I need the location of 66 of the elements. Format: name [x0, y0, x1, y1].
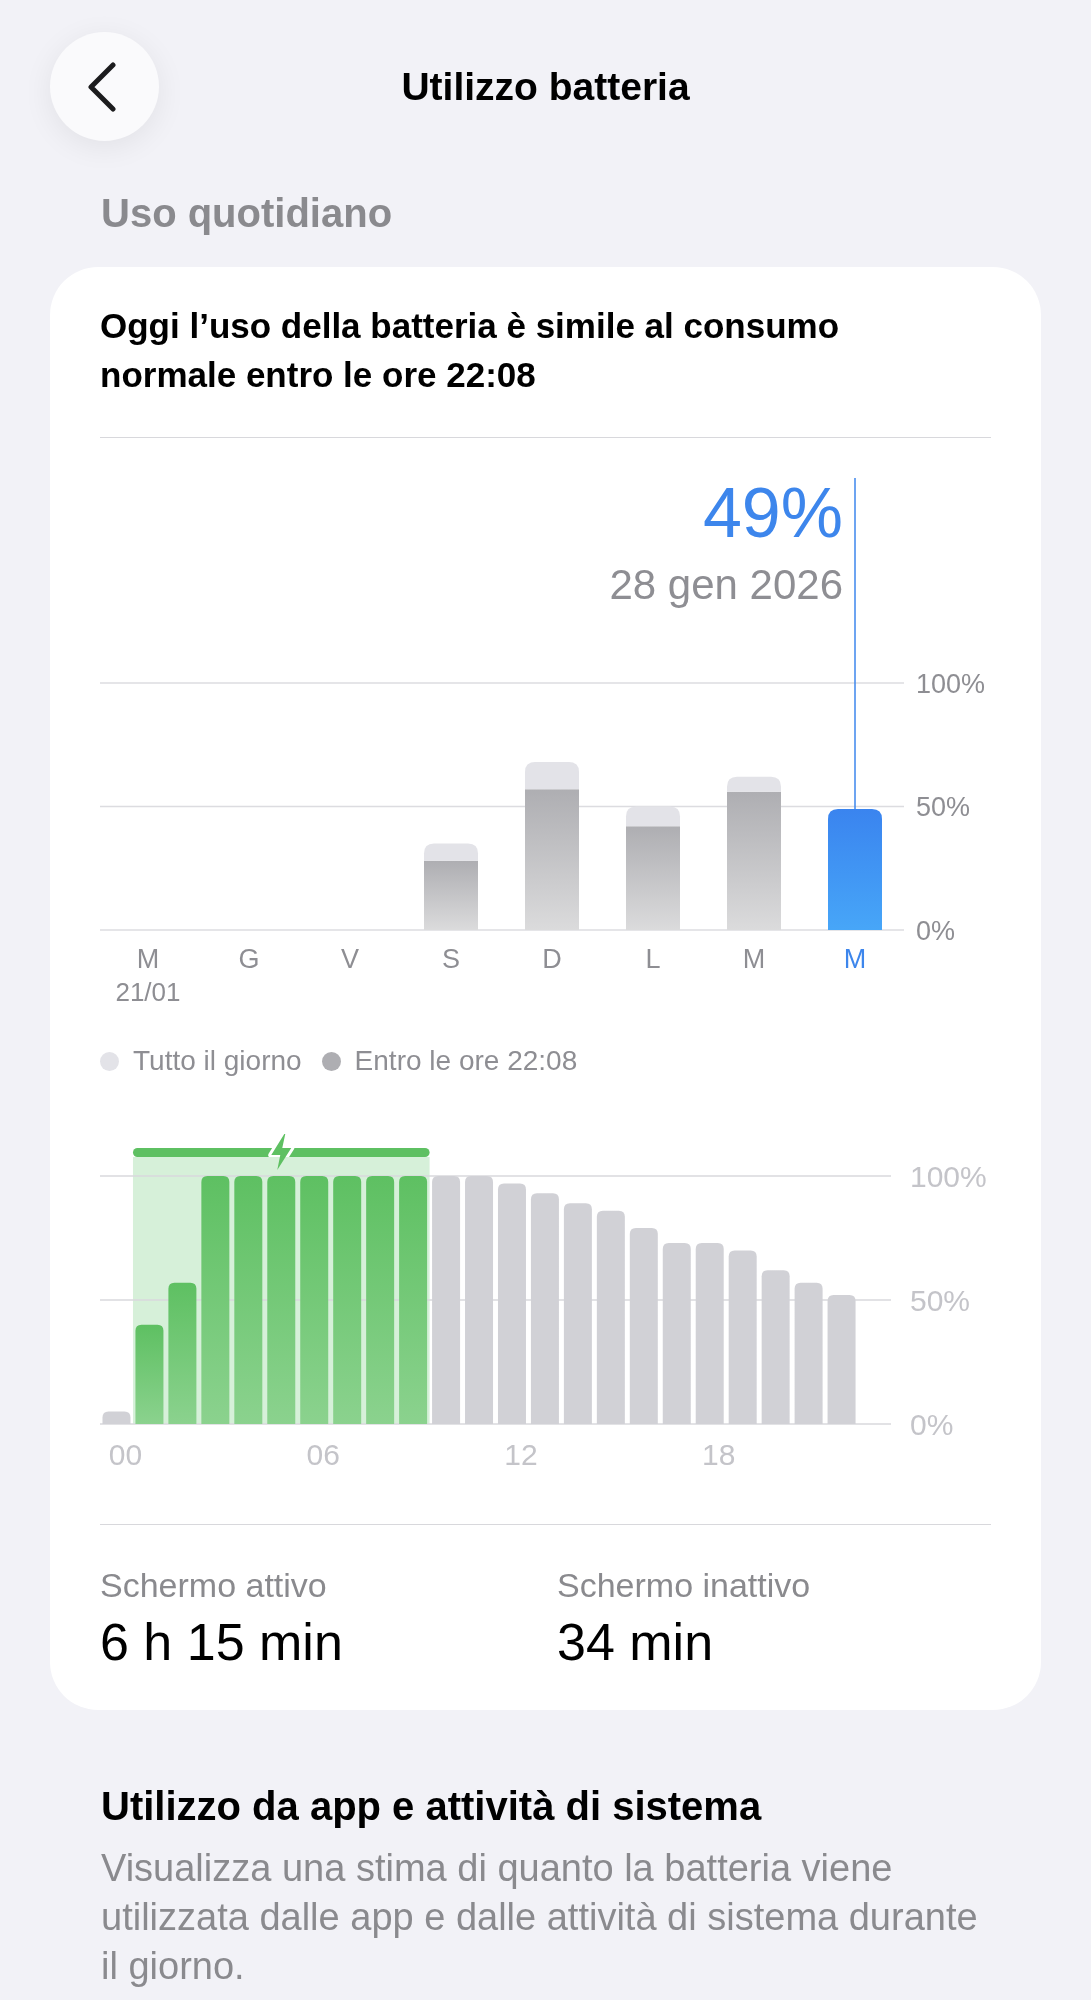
charging-level-bar[interactable] — [333, 1176, 362, 1424]
readout-date: 28 gen 2026 — [609, 561, 843, 608]
battery-level-bar[interactable] — [596, 1210, 625, 1424]
charging-level-bar[interactable] — [300, 1176, 329, 1424]
battery-level-bar[interactable] — [794, 1282, 823, 1424]
percent-axis-label: 0% — [910, 1407, 954, 1441]
usage-so-far-bar[interactable] — [525, 789, 579, 930]
legend-label: Tutto il giorno — [133, 1045, 302, 1077]
percent-axis-label: 0% — [916, 915, 956, 946]
battery-level-bar[interactable] — [498, 1183, 526, 1424]
day-axis-label: L — [645, 944, 661, 974]
day-axis-label: D — [542, 944, 562, 974]
battery-level-bar[interactable] — [761, 1270, 790, 1424]
stat-value: 34 min — [557, 1612, 714, 1672]
percentage-readout: 49% — [702, 474, 843, 552]
stat-label: Schermo attivo — [100, 1565, 327, 1605]
day-axis-label: M — [843, 944, 867, 974]
charging-level-bar[interactable] — [201, 1176, 230, 1424]
charging-level-bar[interactable] — [135, 1324, 164, 1424]
rest-of-day-bar[interactable] — [626, 806, 680, 827]
chevron-left-icon — [86, 61, 117, 112]
hour-axis-label: 00 — [108, 1438, 143, 1471]
battery-level-bar[interactable] — [629, 1228, 658, 1424]
usage-so-far-bar[interactable] — [727, 791, 781, 930]
percent-axis-label: 100% — [916, 668, 986, 699]
battery-level-bar[interactable] — [465, 1176, 493, 1424]
date-axis-label: 21/01 — [115, 977, 181, 1007]
hour-axis-label: 18 — [702, 1438, 736, 1471]
percent-axis-label: 100% — [910, 1159, 987, 1193]
rest-of-day-bar[interactable] — [525, 762, 579, 790]
battery-level-bar[interactable] — [728, 1250, 757, 1424]
section-heading: Uso quotidiano — [101, 190, 393, 237]
day-axis-label: G — [238, 944, 260, 974]
battery-level-bar[interactable] — [530, 1193, 559, 1424]
day-axis-label: S — [442, 944, 460, 974]
day-axis-label: M — [742, 944, 766, 974]
usage-so-far-bar[interactable] — [626, 826, 680, 930]
legend-label: Entro le ore 22:08 — [354, 1045, 578, 1077]
charging-level-bar[interactable] — [366, 1176, 395, 1424]
charging-level-bar[interactable] — [267, 1176, 296, 1424]
app-usage-description: Visualizza una stima di quanto la batteria viene utilizzata dalle app e dalle attività di sistema durante il giorno. — [101, 1846, 979, 1989]
day-axis-label: V — [341, 944, 359, 974]
percent-axis-label: 50% — [916, 792, 971, 822]
hour-axis-label: 06 — [306, 1438, 340, 1471]
battery-level-bar[interactable] — [827, 1295, 856, 1424]
battery-level-bar[interactable] — [662, 1242, 691, 1424]
summary-text: Oggi l’uso della batteria è simile al consumo normale entro le ore 22:08 — [100, 305, 841, 396]
charging-level-bar[interactable] — [168, 1282, 197, 1424]
rest-of-day-bar[interactable] — [424, 843, 478, 861]
battery-level-bar[interactable] — [432, 1176, 461, 1424]
day-axis-label: M — [136, 944, 160, 974]
battery-level-bar[interactable] — [695, 1242, 724, 1424]
selected-day-bar[interactable] — [828, 808, 882, 930]
stat-label: Schermo inattivo — [557, 1565, 811, 1605]
lightning-bolt-icon — [271, 1134, 292, 1170]
battery-level-bar[interactable] — [102, 1411, 131, 1424]
rest-of-day-bar[interactable] — [727, 776, 781, 792]
stat-value: 6 h 15 min — [100, 1612, 343, 1672]
battery-level-bar[interactable] — [563, 1203, 592, 1424]
app-usage-heading: Utilizzo da app e attività di sistema — [101, 1783, 763, 1830]
page-title: Utilizzo batteria — [401, 63, 690, 110]
percent-axis-label: 50% — [910, 1283, 971, 1317]
usage-so-far-bar[interactable] — [424, 860, 478, 930]
hour-axis-label: 12 — [504, 1438, 538, 1471]
charging-level-bar[interactable] — [399, 1176, 428, 1424]
charging-level-bar[interactable] — [234, 1176, 263, 1424]
